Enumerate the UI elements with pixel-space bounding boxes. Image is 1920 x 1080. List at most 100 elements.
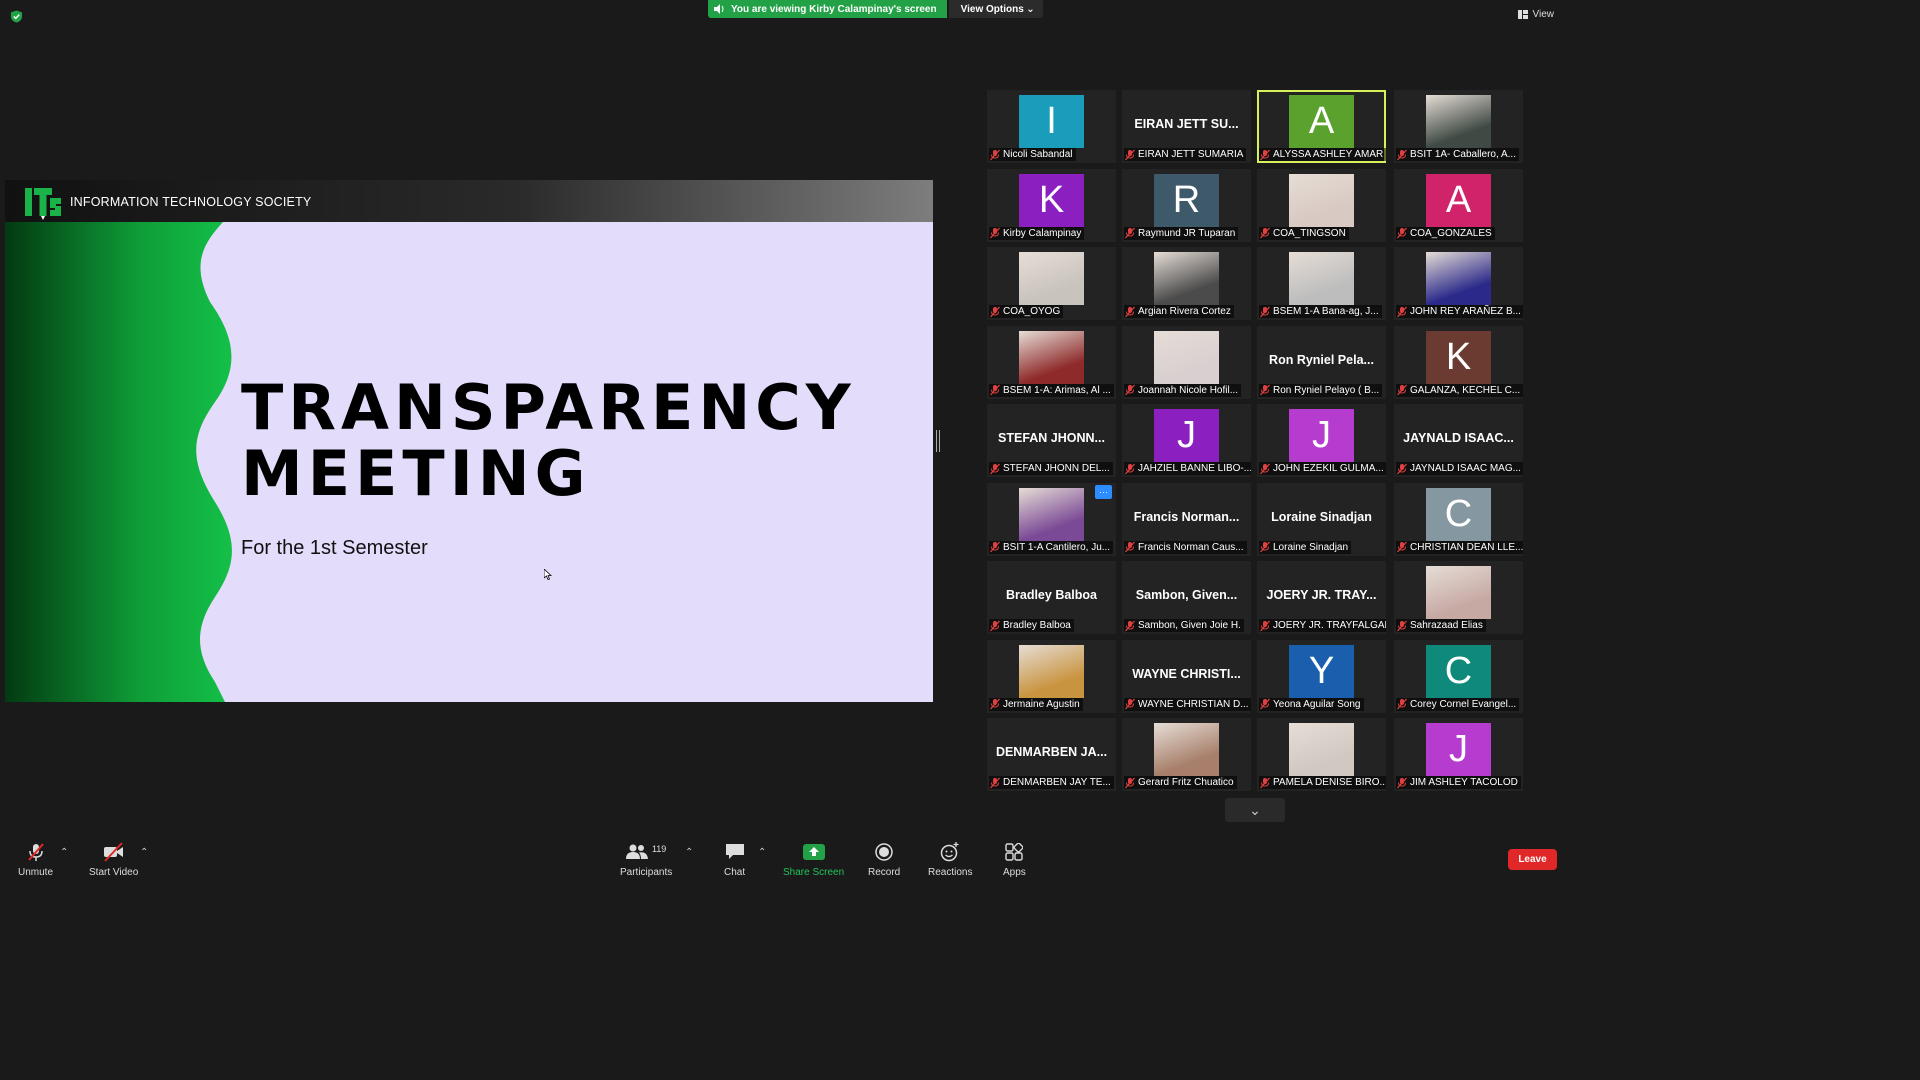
participant-name: Francis Norman Caus... [1138, 541, 1244, 553]
participant-tile[interactable]: Loraine Sinadjan Loraine Sinadjan [1257, 482, 1386, 556]
participant-tile[interactable]: BSEM 1-A Bana-ag, J... [1257, 247, 1386, 320]
reactions-button[interactable]: Reactions [928, 842, 972, 878]
participant-tile[interactable]: Sahrazaad Elias [1394, 561, 1523, 634]
participant-name-label: COA_GONZALES [1396, 226, 1495, 240]
participant-name-label: Francis Norman Caus... [1124, 540, 1247, 554]
participant-tile[interactable]: JAYNALD ISAAC... JAYNALD ISAAC MAG... [1394, 404, 1523, 477]
speaker-icon [714, 4, 724, 14]
participant-tile[interactable]: COA_TINGSON [1257, 168, 1386, 242]
muted-mic-icon [1124, 541, 1136, 553]
participant-tile[interactable]: DENMARBEN JA... DENMARBEN JAY TE... [987, 718, 1116, 791]
participants-button[interactable]: 119 Participants [620, 842, 672, 878]
record-icon [875, 842, 893, 862]
participant-tile[interactable]: C CHRISTIAN DEAN LLE... [1394, 482, 1523, 556]
muted-mic-icon [1259, 777, 1271, 789]
muted-mic-icon [1259, 227, 1271, 239]
participant-tile[interactable]: A ALYSSA ASHLEY AMAR [1257, 90, 1386, 163]
participant-name-label: GALANZA, KECHEL C... [1396, 383, 1523, 397]
share-screen-button[interactable]: Share Screen [783, 842, 844, 878]
video-options-caret[interactable]: ⌃ [140, 847, 148, 858]
muted-mic-icon [1396, 306, 1408, 318]
muted-mic-icon [1396, 541, 1408, 553]
chat-button[interactable]: Chat [724, 842, 745, 878]
apps-button[interactable]: Apps [1003, 842, 1026, 878]
muted-mic-icon [1396, 777, 1408, 789]
participant-tile[interactable]: COA_OYOG [987, 247, 1116, 320]
participant-tile[interactable]: A COA_GONZALES [1394, 168, 1523, 242]
participant-tile[interactable]: ··· BSIT 1-A Cantilero, Ju... [987, 482, 1116, 556]
participant-name-label: STEFAN JHONN DEL... [989, 462, 1113, 475]
participant-name-label: DENMARBEN JAY TE... [989, 776, 1114, 789]
view-layout-button[interactable]: View [1517, 9, 1554, 20]
record-button[interactable]: Record [868, 842, 900, 878]
participant-tile[interactable]: Sambon, Given... Sambon, Given Joie H. [1122, 561, 1251, 634]
participant-name: JOHN EZEKIL GULMA... [1273, 463, 1384, 474]
participants-options-caret[interactable]: ⌃ [685, 847, 693, 858]
muted-mic-icon [1124, 149, 1136, 161]
muted-mic-icon [26, 842, 46, 862]
participant-name-label: Bradley Balboa [989, 619, 1074, 632]
gallery-next-page-button[interactable]: ⌄ [1225, 798, 1285, 822]
more-options-button[interactable]: ··· [1095, 484, 1112, 499]
participant-name-label: EIRAN JETT SUMARIA [1124, 148, 1247, 161]
participant-name-label: BSIT 1-A Cantilero, Ju... [989, 540, 1114, 554]
participant-tile[interactable]: Argian Rivera Cortez [1122, 247, 1251, 320]
participant-name-label: BSEM 1-A Bana-ag, J... [1259, 305, 1382, 318]
participant-name: COA_TINGSON [1273, 227, 1346, 239]
participant-tile[interactable]: J JAHZIEL BANNE LIBO-... [1122, 404, 1251, 477]
participant-name-label: Joannah Nicole Hofil... [1124, 383, 1242, 397]
participant-name: BSIT 1-A Cantilero, Ju... [1003, 541, 1111, 553]
view-options-button[interactable]: View Options ⌄ [948, 0, 1043, 18]
security-shield-icon[interactable] [10, 10, 23, 23]
participant-tile[interactable]: Bradley Balboa Bradley Balboa [987, 561, 1116, 634]
participant-name-label: Ron Ryniel Pelayo ( B... [1259, 383, 1383, 397]
participant-tile[interactable]: BSEM 1-A: Arimas, Al ... [987, 325, 1116, 399]
participant-tile[interactable]: K GALANZA, KECHEL C... [1394, 325, 1523, 399]
participant-name: Loraine Sinadjan [1273, 541, 1349, 553]
start-video-button[interactable]: Start Video [89, 842, 138, 878]
muted-mic-icon [1396, 463, 1408, 475]
participant-name-label: PAMELA DENISE BIRO... [1259, 776, 1386, 789]
participant-name-label: JOHN EZEKIL GULMA... [1259, 462, 1386, 475]
viewing-indicator: You are viewing Kirby Calampinay's scree… [708, 0, 947, 18]
participant-name: Sahrazaad Elias [1410, 620, 1483, 631]
participant-tile[interactable]: WAYNE CHRISTI... WAYNE CHRISTIAN D... [1122, 639, 1251, 713]
slide-title-line-1: TRANSPARENCY [241, 371, 856, 444]
panel-resize-handle[interactable] [936, 430, 940, 452]
participant-name-label: Jermaine Agustin [989, 697, 1083, 711]
audio-options-caret[interactable]: ⌃ [60, 847, 68, 858]
record-label: Record [868, 867, 901, 878]
slide-title: TRANSPARENCY MEETING [241, 375, 856, 507]
muted-mic-icon [989, 777, 1001, 789]
muted-mic-icon [989, 227, 1001, 239]
muted-mic-icon [989, 541, 1001, 553]
participant-tile[interactable]: R Raymund JR Tuparan [1122, 168, 1251, 242]
participant-tile[interactable]: Jermaine Agustin [987, 639, 1116, 713]
participant-tile[interactable]: Ron Ryniel Pela... Ron Ryniel Pelayo ( B.… [1257, 325, 1386, 399]
avatar: C [1426, 487, 1491, 541]
participant-name: Sambon, Given Joie H. [1138, 620, 1241, 631]
participant-tile[interactable]: STEFAN JHONN... STEFAN JHONN DEL... [987, 404, 1116, 477]
participant-tile[interactable]: K Kirby Calampinay [987, 168, 1116, 242]
participant-tile[interactable]: JOHN REY ARAÑEZ B... [1394, 247, 1523, 320]
participant-tile[interactable]: I Nicoli Sabandal [987, 90, 1116, 163]
participant-tile[interactable]: Gerard Fritz Chuatico [1122, 718, 1251, 791]
muted-mic-icon [1396, 698, 1408, 710]
leave-button[interactable]: Leave [1508, 849, 1557, 870]
participant-tile[interactable]: EIRAN JETT SU... EIRAN JETT SUMARIA [1122, 90, 1251, 163]
chat-options-caret[interactable]: ⌃ [758, 847, 766, 858]
participant-tile[interactable]: Y Yeona Aguilar Song [1257, 639, 1386, 713]
participant-tile[interactable]: Francis Norman... Francis Norman Caus... [1122, 482, 1251, 556]
avatar: J [1426, 723, 1491, 776]
unmute-button[interactable]: Unmute [18, 842, 53, 878]
participant-tile[interactable]: Joannah Nicole Hofil... [1122, 325, 1251, 399]
participants-icon-row: 119 [625, 842, 666, 862]
participant-tile[interactable]: BSIT 1A- Caballero, A... [1394, 90, 1523, 163]
shared-screen[interactable]: INFORMATION TECHNOLOGY SOCIETY TRANSPARE… [5, 180, 933, 702]
participant-tile[interactable]: J JIM ASHLEY TACOLOD [1394, 718, 1523, 791]
participant-tile[interactable]: C Corey Cornel Evangel... [1394, 639, 1523, 713]
participant-tile[interactable]: PAMELA DENISE BIRO... [1257, 718, 1386, 791]
participant-tile[interactable]: J JOHN EZEKIL GULMA... [1257, 404, 1386, 477]
participant-tile[interactable]: JOERY JR. TRAY... JOERY JR. TRAYFALGAR [1257, 561, 1386, 634]
avatar: J [1289, 409, 1354, 462]
